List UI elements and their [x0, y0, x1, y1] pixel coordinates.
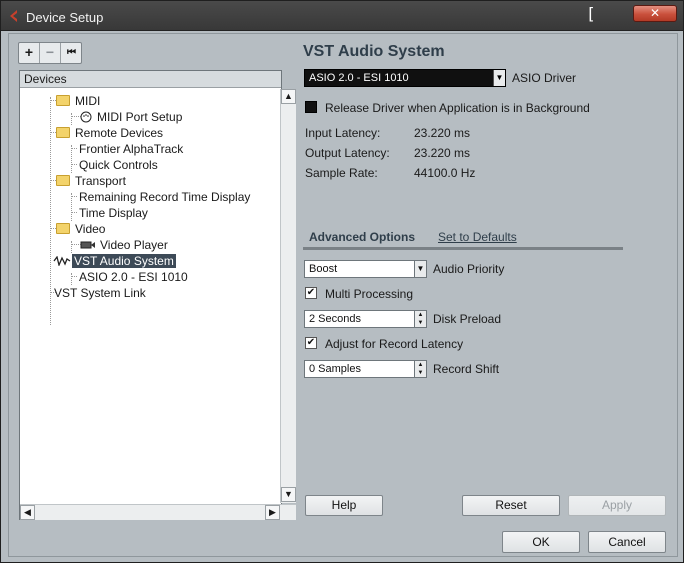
tree-line: [71, 145, 72, 173]
ok-button[interactable]: OK: [502, 531, 580, 553]
tree-item-vst-system-link[interactable]: VST System Link: [52, 285, 148, 301]
tree-line: [71, 113, 72, 125]
set-to-defaults-link[interactable]: Set to Defaults: [438, 230, 517, 244]
cancel-button[interactable]: Cancel: [588, 531, 666, 553]
tab-advanced-options[interactable]: Advanced Options: [309, 230, 415, 244]
release-driver-label: Release Driver when Application is in Ba…: [325, 101, 590, 115]
reset-device-button[interactable]: ⏮: [61, 43, 82, 63]
devices-tree: Devices MIDI MIDI Port Setup Remote Devi…: [19, 70, 296, 520]
scroll-left-icon[interactable]: ◀: [20, 505, 35, 520]
remove-device-button[interactable]: −: [40, 43, 61, 63]
page-title: VST Audio System: [303, 43, 445, 60]
spinner-arrows-icon[interactable]: ▲ ▼: [414, 311, 426, 327]
folder-icon: [56, 175, 70, 186]
tree-item-asio-driver[interactable]: ASIO 2.0 - ESI 1010: [77, 269, 190, 285]
folder-icon: [56, 127, 70, 138]
disk-preload-value: 2 Seconds: [309, 313, 361, 325]
title-bar: Device Setup [ ✕: [1, 1, 683, 31]
devices-header: Devices: [20, 71, 281, 88]
tree-item-remote-devices[interactable]: Remote Devices: [56, 125, 165, 141]
record-shift-value: 0 Samples: [309, 363, 361, 375]
tree-horizontal-scrollbar[interactable]: ◀ ▶: [20, 504, 296, 520]
scroll-right-icon[interactable]: ▶: [265, 505, 280, 520]
title-bracket-icon: [: [586, 4, 596, 23]
record-shift-stepper[interactable]: 0 Samples ▲ ▼: [304, 360, 427, 378]
tree-line: [71, 241, 72, 253]
disk-preload-stepper[interactable]: 2 Seconds ▲ ▼: [304, 310, 427, 328]
tree-item-quick-controls[interactable]: Quick Controls: [77, 157, 160, 173]
asio-driver-select[interactable]: ASIO 2.0 - ESI 1010 ▼: [304, 69, 506, 87]
reset-button[interactable]: Reset: [462, 495, 560, 516]
release-driver-checkbox[interactable]: [305, 101, 317, 113]
adjust-record-latency-label: Adjust for Record Latency: [325, 337, 464, 351]
scroll-up-icon[interactable]: ▲: [281, 89, 296, 104]
multi-processing-label: Multi Processing: [325, 287, 414, 301]
folder-icon: [56, 223, 70, 234]
asio-driver-value: ASIO 2.0 - ESI 1010: [309, 72, 409, 84]
tree-line: [71, 273, 72, 285]
audio-priority-label: Audio Priority: [433, 262, 505, 276]
tree-item-remaining-record-time-display[interactable]: Remaining Record Time Display: [77, 189, 252, 205]
asio-driver-label: ASIO Driver: [512, 71, 577, 85]
tree-item-video-player[interactable]: Video Player: [80, 237, 170, 253]
chevron-down-icon: ▼: [493, 70, 505, 86]
close-button[interactable]: ✕: [633, 5, 677, 22]
spinner-arrows-icon[interactable]: ▲ ▼: [414, 361, 426, 377]
tree-toolbar: + − ⏮: [18, 42, 82, 64]
audio-priority-select[interactable]: Boost ▼: [304, 260, 427, 278]
video-player-icon: [80, 241, 95, 249]
midi-port-icon: [80, 111, 92, 123]
tree-line: [71, 193, 72, 221]
device-setup-window: Device Setup [ ✕ + − ⏮ Devices MIDI MIDI…: [0, 0, 684, 563]
multi-processing-checkbox[interactable]: ✔: [305, 287, 317, 299]
window-title: Device Setup: [26, 10, 104, 25]
disk-preload-label: Disk Preload: [433, 312, 502, 326]
output-latency-value: 23.220 ms: [414, 146, 471, 160]
tree-item-video[interactable]: Video: [56, 221, 107, 237]
tree-item-time-display[interactable]: Time Display: [77, 205, 150, 221]
tree-item-vst-audio-system[interactable]: VST Audio System: [53, 253, 176, 269]
tab-divider: [303, 247, 623, 250]
adjust-record-latency-checkbox[interactable]: ✔: [305, 337, 317, 349]
chevron-down-icon: ▼: [414, 261, 426, 277]
apply-button[interactable]: Apply: [568, 495, 666, 516]
tree-item-transport[interactable]: Transport: [56, 173, 128, 189]
sample-rate-label: Sample Rate:: [305, 166, 378, 180]
cubase-logo-icon: [10, 10, 17, 22]
input-latency-value: 23.220 ms: [414, 126, 471, 140]
audio-priority-value: Boost: [309, 263, 338, 275]
tree-item-midi-port-setup[interactable]: MIDI Port Setup: [80, 109, 184, 125]
add-device-button[interactable]: +: [19, 43, 40, 63]
tree-item-frontier-alphatrack[interactable]: Frontier AlphaTrack: [77, 141, 185, 157]
tree-vertical-scrollbar[interactable]: ▲ ▼: [280, 89, 296, 503]
audio-system-icon: [53, 256, 71, 266]
input-latency-label: Input Latency:: [305, 126, 381, 140]
help-button[interactable]: Help: [305, 495, 383, 516]
output-latency-label: Output Latency:: [305, 146, 390, 160]
record-shift-label: Record Shift: [433, 362, 500, 376]
scroll-down-icon[interactable]: ▼: [281, 487, 296, 502]
folder-icon: [56, 95, 70, 106]
dialog-body: + − ⏮ Devices MIDI MIDI Port Setup Remot…: [8, 33, 678, 557]
sample-rate-value: 44100.0 Hz: [414, 166, 476, 180]
tree-item-midi[interactable]: MIDI: [56, 93, 102, 109]
